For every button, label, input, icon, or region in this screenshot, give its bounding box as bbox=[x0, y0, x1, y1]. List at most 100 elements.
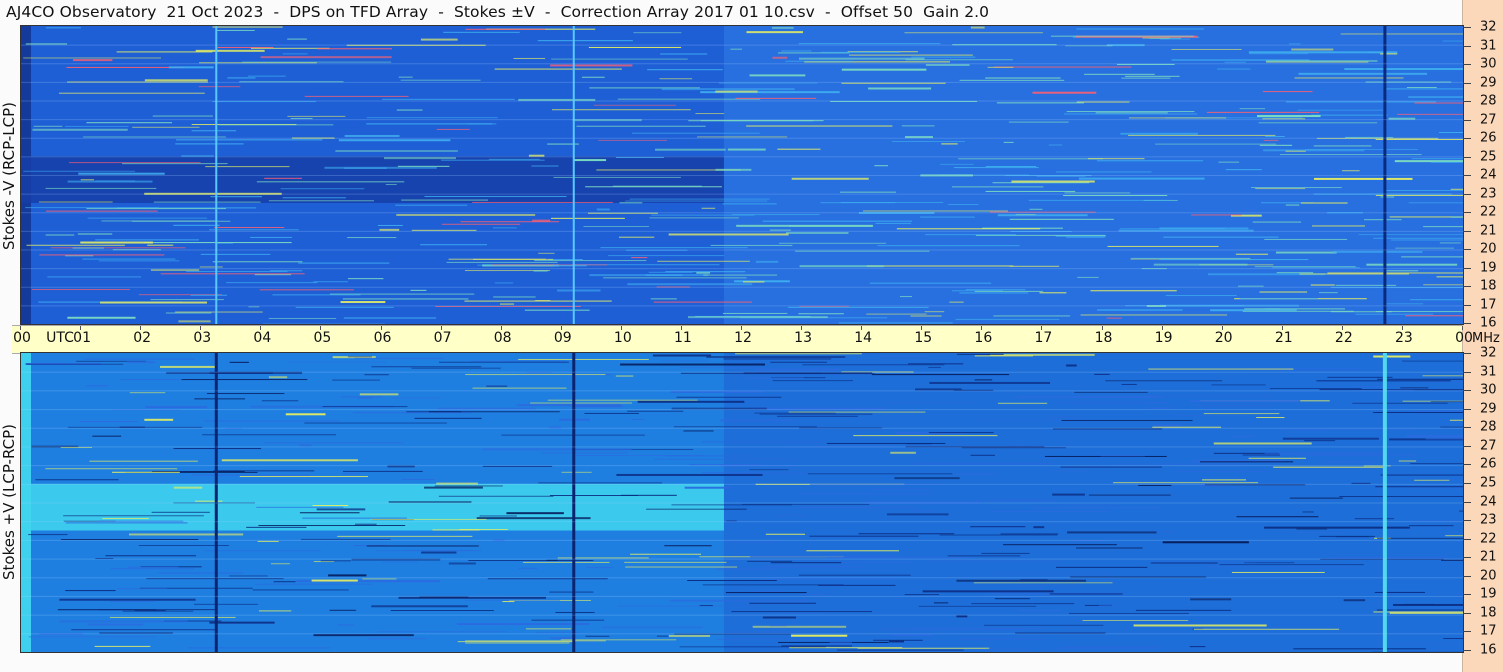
interference-streak bbox=[1259, 144, 1293, 146]
interference-streak bbox=[749, 74, 806, 77]
interference-streak bbox=[132, 126, 200, 128]
interference-streak bbox=[671, 504, 792, 506]
interference-streak bbox=[651, 214, 755, 216]
interference-streak bbox=[151, 511, 210, 513]
interference-streak bbox=[493, 296, 536, 298]
interference-streak bbox=[400, 79, 481, 81]
interference-streak bbox=[1050, 35, 1194, 37]
interference-streak bbox=[1288, 43, 1301, 45]
interference-streak bbox=[493, 227, 517, 229]
interference-streak bbox=[1439, 242, 1461, 244]
interference-streak bbox=[80, 420, 138, 422]
frequency-tick-mark bbox=[1463, 650, 1471, 651]
time-tick-label: 19 bbox=[1154, 330, 1173, 346]
interference-streak bbox=[680, 367, 757, 369]
interference-streak bbox=[1202, 479, 1247, 481]
interference-streak bbox=[990, 510, 1110, 512]
interference-streak bbox=[806, 550, 900, 552]
interference-streak bbox=[1176, 415, 1248, 417]
frequency-tick-label: 23 bbox=[1480, 186, 1497, 201]
interference-streak bbox=[660, 53, 708, 55]
interference-streak bbox=[457, 641, 575, 643]
interference-streak bbox=[1366, 263, 1458, 266]
interference-streak bbox=[153, 201, 261, 203]
interference-streak bbox=[1046, 457, 1058, 459]
interference-streak bbox=[533, 270, 548, 272]
interference-streak bbox=[1097, 309, 1183, 312]
interference-streak bbox=[894, 477, 960, 480]
interference-streak bbox=[826, 442, 946, 444]
interference-streak bbox=[428, 411, 560, 413]
interference-streak bbox=[985, 77, 1061, 79]
interference-streak bbox=[748, 590, 784, 592]
interference-streak bbox=[1423, 226, 1463, 228]
interference-streak bbox=[248, 306, 260, 308]
interference-streak bbox=[1009, 265, 1060, 267]
interference-streak bbox=[585, 635, 610, 637]
interference-streak bbox=[1265, 136, 1285, 138]
interference-streak bbox=[951, 186, 1044, 188]
time-tick-mark bbox=[260, 326, 262, 330]
interference-streak bbox=[482, 448, 632, 451]
frequency-gridline bbox=[21, 305, 1463, 307]
frequency-tick-label: 29 bbox=[1480, 401, 1497, 417]
interference-streak bbox=[886, 513, 949, 516]
interference-streak bbox=[112, 471, 180, 473]
interference-streak bbox=[68, 162, 201, 164]
interference-streak bbox=[50, 247, 186, 249]
interference-streak bbox=[550, 637, 572, 640]
interference-streak bbox=[695, 113, 725, 115]
interference-streak bbox=[32, 128, 128, 131]
interference-streak bbox=[286, 361, 386, 363]
interference-streak bbox=[997, 402, 1048, 404]
interference-streak bbox=[65, 590, 116, 592]
interference-streak bbox=[364, 374, 389, 376]
interference-streak bbox=[287, 38, 307, 40]
time-tick-mark bbox=[320, 326, 322, 330]
interference-streak bbox=[1383, 190, 1463, 192]
interference-streak bbox=[871, 374, 1010, 376]
frequency-tick-mark bbox=[1463, 64, 1471, 65]
interference-streak bbox=[1206, 111, 1319, 113]
interference-streak bbox=[984, 624, 1104, 626]
interference-streak bbox=[981, 552, 1030, 554]
interference-streak bbox=[996, 102, 1085, 104]
interference-streak bbox=[1344, 68, 1463, 71]
interference-streak bbox=[144, 79, 208, 82]
interference-streak bbox=[219, 124, 334, 126]
interference-streak bbox=[92, 435, 122, 437]
interference-streak bbox=[688, 120, 814, 122]
interference-streak bbox=[645, 274, 683, 276]
interference-streak bbox=[716, 638, 845, 640]
time-tick-mark bbox=[921, 326, 923, 330]
interference-streak bbox=[83, 358, 195, 360]
interference-streak bbox=[420, 244, 487, 246]
time-tick-label: 03 bbox=[193, 330, 212, 346]
interference-streak bbox=[1287, 429, 1329, 431]
interference-streak bbox=[194, 603, 258, 605]
interference-streak bbox=[769, 229, 791, 231]
frequency-tick-mark bbox=[1463, 501, 1471, 503]
interference-streak bbox=[1190, 598, 1232, 601]
interference-streak bbox=[1376, 609, 1463, 611]
interference-streak bbox=[499, 303, 515, 305]
time-tick-label: 11 bbox=[673, 330, 692, 346]
interference-streak bbox=[925, 560, 1061, 562]
time-tick-mark bbox=[1341, 326, 1343, 330]
interference-streak bbox=[204, 550, 321, 552]
interference-streak bbox=[1020, 579, 1048, 581]
interference-streak bbox=[1055, 566, 1148, 568]
interference-streak bbox=[414, 417, 482, 419]
interference-streak bbox=[1252, 221, 1302, 223]
interference-streak bbox=[397, 165, 450, 167]
interference-streak bbox=[173, 224, 220, 226]
interference-streak bbox=[1047, 416, 1077, 418]
top-panel-ylabel-wrap: Stokes -V (RCP-LCP) bbox=[0, 27, 18, 325]
interference-streak bbox=[248, 75, 286, 77]
interference-streak bbox=[795, 250, 930, 252]
interference-streak bbox=[340, 396, 383, 398]
interference-streak bbox=[1399, 643, 1463, 645]
interference-streak bbox=[922, 590, 1054, 593]
interference-streak bbox=[312, 505, 349, 507]
interference-streak bbox=[1150, 562, 1218, 564]
